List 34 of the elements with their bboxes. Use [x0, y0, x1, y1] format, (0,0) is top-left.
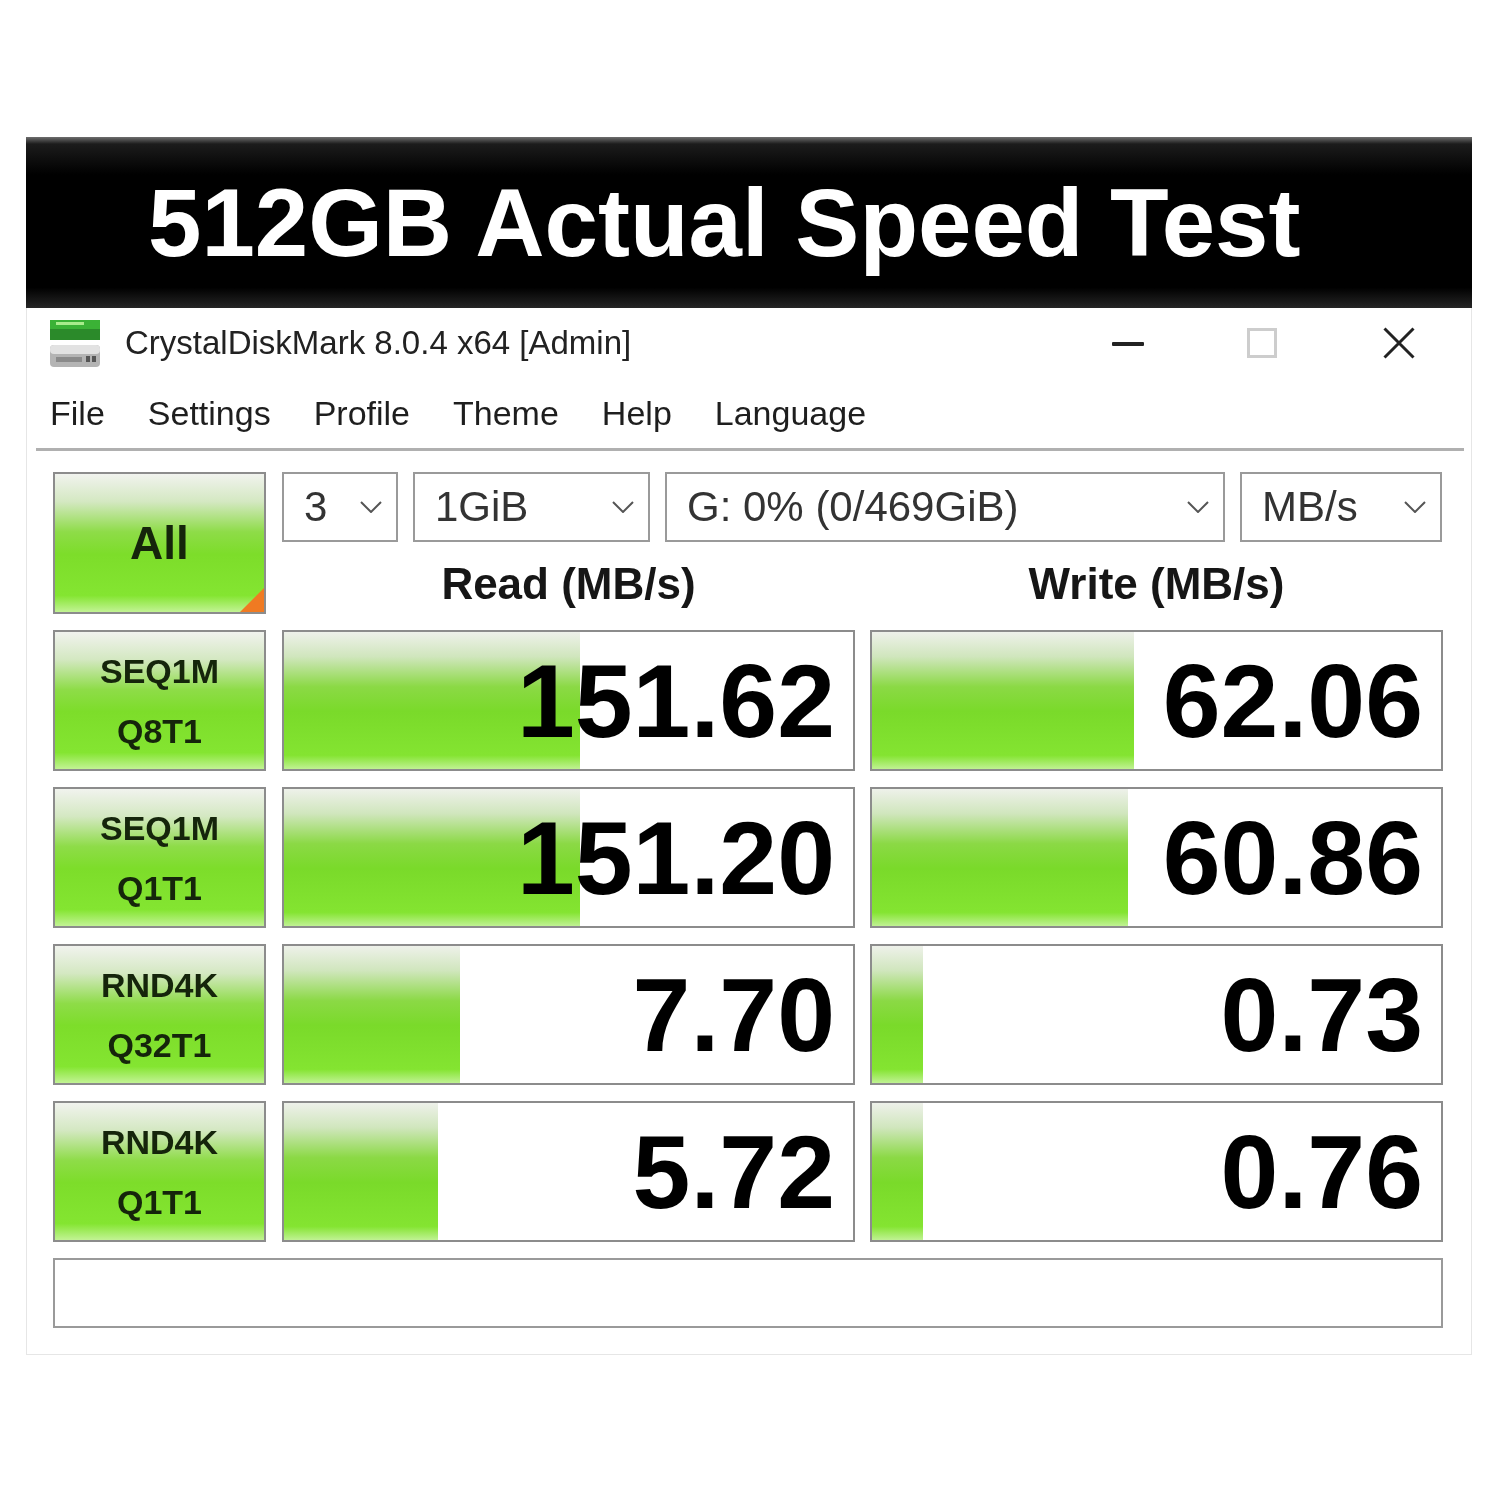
test-button[interactable]: SEQ1M Q1T1	[53, 787, 266, 928]
menu-item[interactable]: Help	[601, 393, 672, 433]
comment-field[interactable]	[53, 1258, 1443, 1328]
column-header: Write (MB/s)	[1028, 559, 1285, 610]
test-button[interactable]: RND4K Q1T1	[53, 1101, 266, 1242]
chevron-down-icon	[360, 501, 382, 513]
corner-triangle-icon	[240, 588, 264, 612]
test-button[interactable]: RND4K Q32T1	[53, 944, 266, 1085]
dropdown[interactable]: 3	[282, 472, 398, 542]
window-title: CrystalDiskMark 8.0.4 x64 [Admin]	[125, 324, 632, 362]
menu-item[interactable]: Settings	[147, 393, 271, 433]
menu-item[interactable]: Language	[714, 393, 867, 433]
chevron-down-icon	[1187, 501, 1209, 513]
close-icon[interactable]	[1383, 327, 1415, 359]
write-value: 0.76	[1220, 1119, 1423, 1224]
test-button[interactable]: SEQ1M Q8T1	[53, 630, 266, 771]
read-value: 7.70	[632, 962, 835, 1067]
menu-item[interactable]: Theme	[453, 393, 559, 433]
banner-title: 512GB Actual Speed Test	[148, 169, 1301, 276]
chevron-down-icon	[612, 501, 634, 513]
chevron-down-icon	[1404, 501, 1426, 513]
menu-item[interactable]: Profile	[313, 393, 411, 433]
column-header: Read (MB/s)	[441, 559, 696, 610]
read-value: 5.72	[632, 1119, 835, 1224]
all-button[interactable]: All	[53, 472, 266, 614]
disk-drive-icon	[50, 319, 100, 367]
menu-item[interactable]: File	[50, 393, 105, 433]
write-value: 62.06	[1162, 648, 1423, 753]
write-value: 60.86	[1162, 805, 1423, 910]
dropdown[interactable]: MB/s	[1240, 472, 1442, 542]
dropdown[interactable]: G: 0% (0/469GiB)	[665, 472, 1225, 542]
dropdown[interactable]: 1GiB	[413, 472, 650, 542]
write-value: 0.73	[1220, 962, 1423, 1067]
minimize-icon[interactable]	[1112, 342, 1144, 346]
